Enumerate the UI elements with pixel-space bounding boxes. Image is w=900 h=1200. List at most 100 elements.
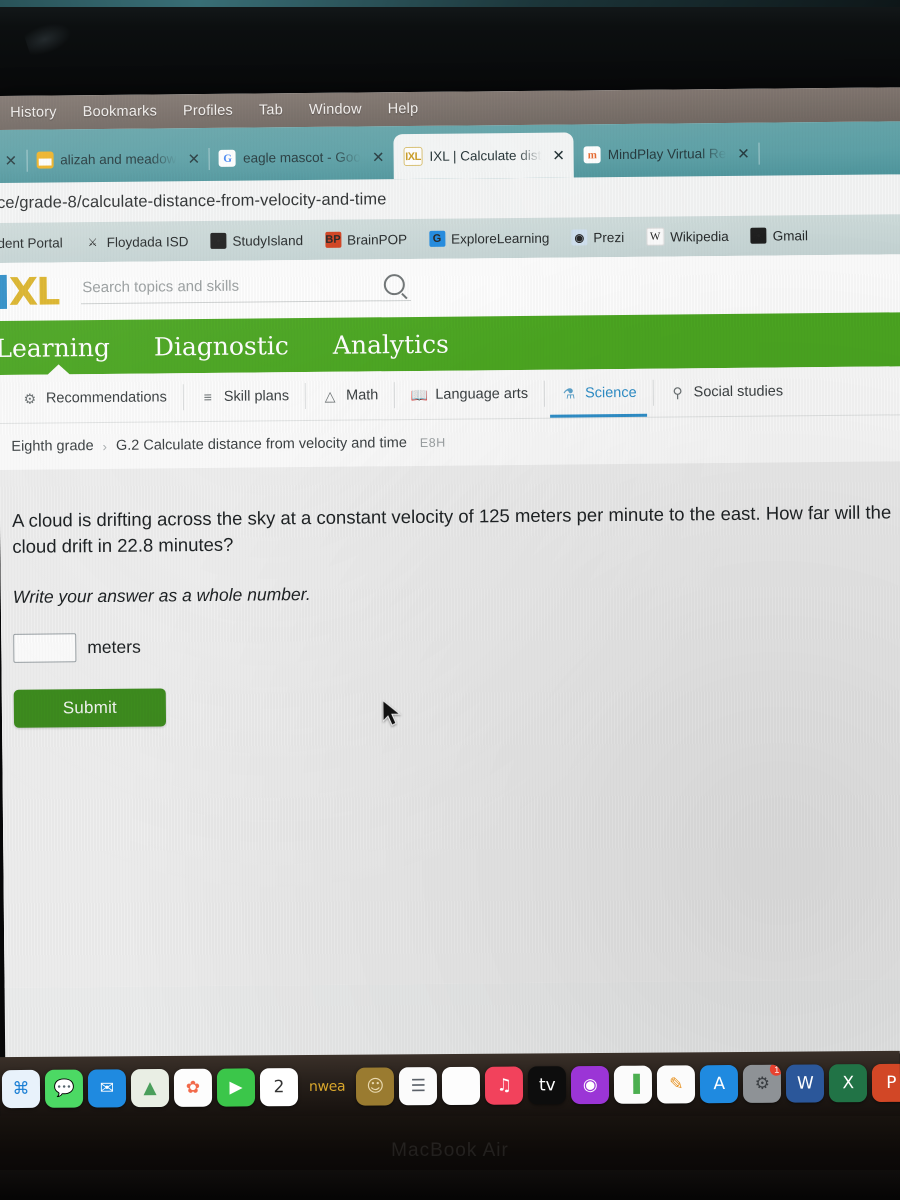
browser-tab-mindplay[interactable]: m MindPlay Virtual Re ✕ [574,131,760,178]
search-icon[interactable] [383,274,405,296]
photo-of-laptop-screen: History Bookmarks Profiles Tab Window He… [0,0,900,1200]
dock-icon-reminders[interactable]: ☰ [399,1067,438,1106]
subject-social-studies[interactable]: ⚲ Social studies [652,367,799,416]
browser-tab-eagle-mascot[interactable]: G eagle mascot - Goo ✕ [209,134,394,181]
explorelearning-icon: G [428,230,446,247]
search-bar[interactable] [80,274,411,305]
subject-science[interactable]: ⚗ Science [544,369,653,418]
tab-title: IXL | Calculate dist [429,147,542,164]
bookmark-label: Floydada ISD [106,233,189,250]
bookmark-label: Prezi [593,229,625,245]
subject-label: Skill plans [223,388,290,405]
answer-unit-label: meters [87,636,141,657]
browser-tab-strip: ✕ alizah and meadow ✕ G eagle mascot - G… [0,121,900,183]
science-icon: ⚗ [562,384,576,402]
answer-input[interactable] [13,632,77,663]
breadcrumb-skill-code: E8H [419,435,446,450]
subject-skill-plans[interactable]: ≡ Skill plans [183,372,306,421]
bookmark-brainpop[interactable]: BP BrainPOP [314,231,418,248]
dock-icon-pages[interactable]: ✎ [657,1065,696,1104]
menu-item-bookmarks[interactable]: Bookmarks [70,94,171,129]
mac-dock: ⌘💬✉▲✿▶2nwea☺☰♫tv◉▐✎A⚙1WXP⊞ [0,1050,900,1124]
bookmark-student-portal[interactable]: dent Portal [0,235,74,251]
ixl-logo[interactable]: XL [0,269,59,314]
globe-icon: ☀ [750,227,767,244]
tab-divider [758,142,760,165]
ixl-logo-bar [0,274,8,310]
bookmark-explorelearning[interactable]: G ExploreLearning [418,230,560,247]
subject-recommendations[interactable]: ⚙ Recommendations [0,373,183,423]
browser-tab-ixl-active[interactable]: IXL IXL | Calculate dist ✕ [393,132,575,180]
subject-label: Social studies [693,383,784,401]
bookmark-label: StudyIsland [232,232,304,249]
dock-icon-facetime[interactable]: ▶ [216,1068,256,1107]
dock-icon-appstore[interactable]: A [700,1064,739,1104]
bookmark-prezi[interactable]: ◉ Prezi [560,229,635,246]
subject-math[interactable]: △ Math [305,371,395,420]
dock-icon-maps[interactable]: ▲ [130,1068,170,1108]
bookmark-label: Wikipedia [670,228,729,245]
dock-icon-calendar[interactable]: 2 [259,1068,299,1107]
dock-icon-appletv[interactable]: tv [528,1066,567,1105]
social-studies-icon: ⚲ [672,383,683,401]
bookmark-gmail[interactable]: ☀ Gmail [740,227,819,244]
ixl-subject-nav: ⚙ Recommendations ≡ Skill plans △ Math 📖… [0,366,900,424]
dock-icon-music[interactable]: ♫ [485,1066,524,1105]
globe-icon: ☀ [210,232,227,249]
search-input[interactable] [80,275,365,298]
dock-icon-excel[interactable]: X [829,1064,868,1103]
tab-close-icon[interactable]: ✕ [372,148,385,166]
menu-item-history[interactable]: History [2,95,70,130]
nav-analytics[interactable]: Analytics [311,329,471,360]
wikipedia-icon: W [646,227,665,246]
ixl-header: XL [0,254,900,321]
school-icon: ⚔ [87,236,98,249]
question-text: A cloud is drifting across the sky at a … [11,501,892,558]
subject-language-arts[interactable]: 📖 Language arts [394,370,544,419]
dock-icon-safari[interactable]: ⌘ [1,1069,41,1109]
brainpop-icon: BP [324,231,342,248]
dock-icon-mail[interactable]: ✉ [87,1069,127,1108]
dock-icon-messages[interactable]: 💬 [44,1069,84,1108]
nav-learning[interactable]: Learning [0,332,132,362]
tab-close-icon[interactable]: ✕ [737,144,750,162]
bezel-smudge [22,17,76,59]
ixl-page: XL Learning Diagnostic Analytics ⚙ Recom… [0,254,900,1061]
dock-badge: 1 [770,1064,782,1076]
tab-close-icon[interactable]: ✕ [5,151,18,169]
dock-icon-notes[interactable] [442,1066,481,1106]
breadcrumb-grade[interactable]: Eighth grade [11,438,93,455]
dock-icon-word[interactable]: W [786,1064,825,1103]
dock-icon-system-preferences[interactable]: ⚙ 1 [743,1064,782,1103]
macbook-model-label: MacBook Air [391,1140,509,1161]
submit-button[interactable]: Submit [13,687,167,728]
mindplay-icon: m [583,146,601,164]
skill-plans-icon: ≡ [203,388,212,406]
browser-tab-alizah-and-meadow[interactable]: alizah and meadow ✕ [26,136,211,183]
nav-diagnostic[interactable]: Diagnostic [132,330,311,361]
menu-item-profiles[interactable]: Profiles [170,94,246,129]
prezi-icon: ◉ [571,229,588,246]
bookmark-studyisland[interactable]: ☀ StudyIsland [199,232,314,249]
bookmark-wikipedia[interactable]: W Wikipedia [635,227,740,246]
tab-close-icon[interactable]: ✕ [552,146,565,164]
dock-icon-powerpoint[interactable]: P [872,1063,900,1103]
answer-row: meters [13,625,900,663]
ixl-icon: IXL [403,146,423,167]
menu-item-help[interactable]: Help [375,92,432,127]
tab-title: MindPlay Virtual Re [607,145,727,163]
menu-item-tab[interactable]: Tab [246,93,296,127]
tab-close-icon[interactable]: ✕ [187,150,200,168]
dock-label-nwea[interactable]: nwea [303,1079,351,1095]
dock-icon-numbers[interactable]: ▐ [614,1065,653,1104]
keyboard-shadow [0,1170,900,1196]
dock-icon-photos[interactable]: ✿ [173,1068,213,1107]
dock-icon-podcasts[interactable]: ◉ [571,1065,610,1105]
bookmark-floydada-isd[interactable]: ⚔ Floydada ISD [74,233,200,250]
subject-label: Science [584,384,637,402]
browser-tab-partial[interactable]: ✕ [0,138,28,183]
menu-item-window[interactable]: Window [296,92,375,127]
bookmark-label: ExploreLearning [450,230,550,247]
question-instruction: Write your answer as a whole number. [12,583,311,607]
dock-icon-contacts[interactable]: ☺ [356,1067,395,1106]
